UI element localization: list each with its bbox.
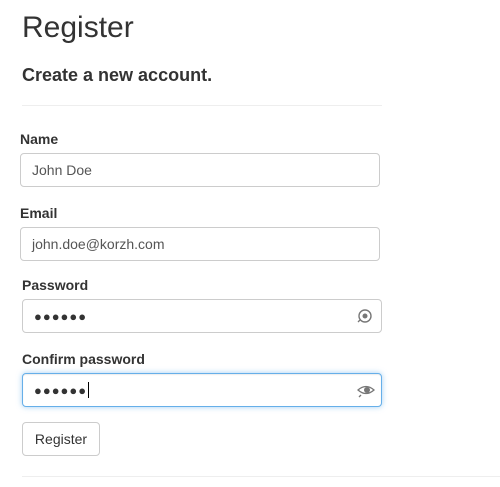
name-label: Name: [20, 131, 59, 147]
password-field-value: ●●●●●●: [34, 308, 88, 324]
confirm-password-field[interactable]: ●●●●●●: [22, 373, 382, 407]
email-label: Email: [20, 205, 58, 221]
confirm-password-label: Confirm password: [22, 351, 145, 367]
password-label: Password: [22, 277, 89, 293]
email-field[interactable]: john.doe@korzh.com: [20, 227, 380, 261]
email-field-value: john.doe@korzh.com: [32, 236, 165, 252]
eye-reveal-icon[interactable]: [357, 382, 375, 398]
text-caret: [88, 382, 90, 398]
register-button[interactable]: Register: [22, 422, 100, 456]
confirm-password-field-value: ●●●●●●: [34, 382, 88, 398]
page-title: Register: [22, 11, 134, 44]
divider: [22, 105, 382, 106]
eye-reveal-icon[interactable]: [357, 308, 373, 324]
password-field[interactable]: ●●●●●●: [22, 299, 382, 333]
name-field[interactable]: John Doe: [20, 153, 380, 187]
name-field-value: John Doe: [32, 162, 92, 178]
page-subtitle: Create a new account.: [22, 65, 213, 85]
divider: [22, 476, 500, 477]
